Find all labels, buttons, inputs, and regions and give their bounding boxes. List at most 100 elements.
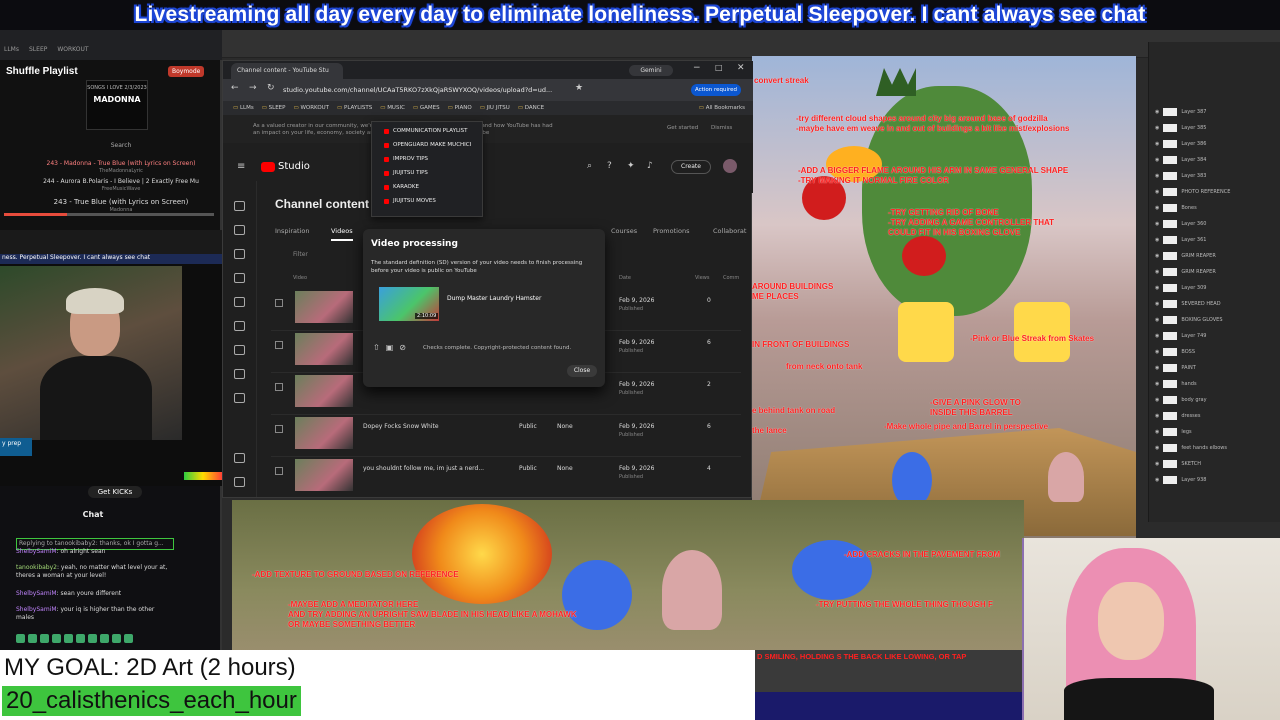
bookmark-jiujitsu[interactable]: JIU JITSU [480, 105, 510, 111]
video-thumbnail[interactable] [295, 417, 353, 449]
row-checkbox[interactable] [275, 425, 283, 433]
eye-icon[interactable]: ◉ [1155, 221, 1159, 227]
layer-item[interactable]: ◉ Layer 309 [1155, 282, 1277, 293]
url-field[interactable]: studio.youtube.com/channel/UCAaT5RKO7zXk… [283, 83, 583, 97]
sparkle-icon[interactable]: ✦ [627, 161, 635, 171]
eye-icon[interactable]: ◉ [1155, 413, 1159, 419]
reload-icon[interactable]: ↻ [267, 83, 275, 93]
layer-item[interactable]: ◉ legs [1155, 426, 1277, 437]
analytics-icon[interactable] [234, 249, 245, 259]
dropdown-item[interactable]: JIUJITSU MOVES [384, 198, 436, 204]
layer-item[interactable]: ◉ GRIM REAPER [1155, 266, 1277, 277]
bookmark-llms[interactable]: LLMs [4, 46, 19, 53]
layer-item[interactable]: ◉ Layer 938 [1155, 474, 1277, 485]
menu-icon[interactable]: ≡ [237, 161, 245, 172]
eye-icon[interactable]: ◉ [1155, 381, 1159, 387]
layer-item[interactable]: ◉ Layer 360 [1155, 218, 1277, 229]
layer-item[interactable]: ◉ SEVERED HEAD [1155, 298, 1277, 309]
column-date[interactable]: Date [619, 275, 631, 281]
eye-icon[interactable]: ◉ [1155, 189, 1159, 195]
forward-icon[interactable]: → [249, 83, 257, 93]
earn-icon[interactable] [234, 345, 245, 355]
playback-progress[interactable] [4, 213, 214, 216]
emote-icon[interactable] [28, 634, 37, 643]
eye-icon[interactable]: ◉ [1155, 317, 1159, 323]
eye-icon[interactable]: ◉ [1155, 125, 1159, 131]
tab-collaborations[interactable]: Collaborat [713, 227, 746, 235]
chat-username[interactable]: tanookibaby2 [16, 564, 57, 571]
eye-icon[interactable]: ◉ [1155, 365, 1159, 371]
back-icon[interactable]: ← [231, 83, 239, 93]
dropdown-item[interactable]: OPENGUARD MAKE MUCHICI [384, 142, 471, 148]
browser-tab[interactable]: Channel content - YouTube Stu [231, 63, 343, 79]
eye-icon[interactable]: ◉ [1155, 109, 1159, 115]
minimize-icon[interactable]: − [693, 63, 701, 73]
bookmark-sleep[interactable]: SLEEP [29, 46, 47, 53]
copyright-icon[interactable] [234, 321, 245, 331]
studio-logo[interactable]: Studio [261, 161, 310, 172]
video-title[interactable]: you shouldnt follow me, im just a nerd..… [363, 465, 484, 472]
video-thumbnail[interactable] [295, 375, 353, 407]
artwork-canvas-bottom[interactable]: -ADD TEXTURE TO GROUND BASED ON REFERENC… [232, 500, 1024, 652]
gemini-button[interactable]: Gemini [629, 65, 673, 76]
layer-item[interactable]: ◉ Layer 384 [1155, 154, 1277, 165]
emote-icon[interactable] [88, 634, 97, 643]
emote-icon[interactable] [40, 634, 49, 643]
tab-promotions[interactable]: Promotions [653, 227, 689, 235]
close-button[interactable]: Close [567, 365, 597, 377]
eye-icon[interactable]: ◉ [1155, 269, 1159, 275]
eye-icon[interactable]: ◉ [1155, 173, 1159, 179]
eye-icon[interactable]: ◉ [1155, 141, 1159, 147]
layer-item[interactable]: ◉ hands [1155, 378, 1277, 389]
filter-input[interactable]: Filter [293, 251, 308, 258]
layer-item[interactable]: ◉ dresses [1155, 410, 1277, 421]
bookmark-games[interactable]: GAMES [413, 105, 440, 111]
all-bookmarks[interactable]: All Bookmarks [699, 105, 745, 111]
help-icon[interactable]: ? [607, 161, 612, 171]
eye-icon[interactable]: ◉ [1155, 349, 1159, 355]
emote-icon[interactable] [52, 634, 61, 643]
row-checkbox[interactable] [275, 341, 283, 349]
emote-icon[interactable] [100, 634, 109, 643]
layer-item[interactable]: ◉ PHOTO REFERENCE [1155, 186, 1277, 197]
close-icon[interactable]: ✕ [737, 63, 745, 73]
eye-icon[interactable]: ◉ [1155, 461, 1159, 467]
layer-item[interactable]: ◉ SKETCH [1155, 458, 1277, 469]
audio-library-icon[interactable] [234, 393, 245, 403]
layer-item[interactable]: ◉ Layer 385 [1155, 122, 1277, 133]
bookmark-llms[interactable]: LLMs [233, 105, 254, 111]
video-thumbnail[interactable] [295, 291, 353, 323]
tab-courses[interactable]: Courses [611, 227, 637, 235]
tab-inspiration[interactable]: Inspiration [275, 227, 309, 235]
dashboard-icon[interactable] [234, 201, 245, 211]
eye-icon[interactable]: ◉ [1155, 429, 1159, 435]
layer-item[interactable]: ◉ Layer 383 [1155, 170, 1277, 181]
bookmark-piano[interactable]: PIANO [448, 105, 472, 111]
layer-item[interactable]: ◉ BOSS [1155, 346, 1277, 357]
layer-item[interactable]: ◉ Layer 361 [1155, 234, 1277, 245]
feedback-icon[interactable] [234, 477, 245, 487]
content-icon[interactable] [234, 225, 245, 235]
dropdown-item[interactable]: KARAOKE [384, 184, 419, 190]
video-title[interactable]: Dopey Focks Snow White [363, 423, 439, 430]
layer-item[interactable]: ◉ feet hands elbows [1155, 442, 1277, 453]
emote-icon[interactable] [64, 634, 73, 643]
get-kicks-button[interactable]: Get KICKs [88, 486, 142, 498]
bookmark-workout[interactable]: WORKOUT [57, 46, 88, 53]
eye-icon[interactable]: ◉ [1155, 237, 1159, 243]
layer-item[interactable]: ◉ PAINT [1155, 362, 1277, 373]
maximize-icon[interactable]: □ [715, 63, 723, 72]
table-row[interactable]: Dopey Focks Snow White Public None Feb 9, 2… [271, 415, 741, 457]
eye-icon[interactable]: ◉ [1155, 157, 1159, 163]
tab-videos[interactable]: Videos [331, 227, 353, 241]
get-started-link[interactable]: Get started [667, 125, 698, 131]
star-icon[interactable]: ★ [575, 83, 583, 93]
row-checkbox[interactable] [275, 467, 283, 475]
bookmark-playlists[interactable]: PLAYLISTS [337, 105, 372, 111]
eye-icon[interactable]: ◉ [1155, 301, 1159, 307]
search-icon[interactable]: ⌕ [587, 161, 592, 171]
dropdown-item[interactable]: IMPROV TIPS [384, 156, 428, 162]
bookmark-sleep[interactable]: SLEEP [262, 105, 286, 111]
emote-icon[interactable] [16, 634, 25, 643]
bell-icon[interactable]: ♪ [647, 161, 653, 171]
